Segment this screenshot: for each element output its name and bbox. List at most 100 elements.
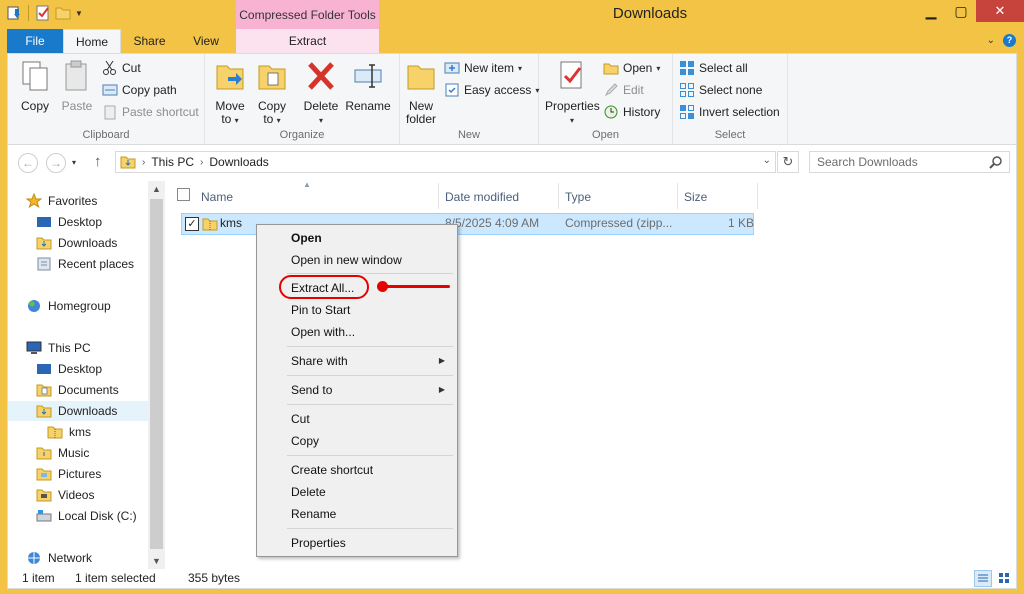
- nav-this-pc[interactable]: This PC: [26, 338, 91, 358]
- column-date-modified[interactable]: Date modified: [445, 186, 519, 208]
- ribbon-controls: ⌄ ?: [987, 34, 1016, 47]
- scroll-down-icon[interactable]: ▼: [148, 553, 165, 569]
- status-selected-size: 355 bytes: [188, 571, 241, 585]
- homegroup-icon: [28, 300, 40, 312]
- nav-network[interactable]: Network: [26, 548, 92, 568]
- customize-qat-icon[interactable]: ▼: [75, 9, 83, 18]
- nav-fav-recent[interactable]: Recent places: [36, 254, 134, 274]
- menu-item-send-to[interactable]: Send to ▶: [259, 379, 455, 401]
- properties-button[interactable]: Properties ▾: [545, 59, 600, 127]
- minimize-button[interactable]: ▁: [916, 0, 946, 22]
- menu-item-delete[interactable]: Delete: [259, 481, 455, 503]
- search-icon[interactable]: [989, 155, 1003, 169]
- column-divider[interactable]: [558, 183, 559, 209]
- close-button[interactable]: ✕: [976, 0, 1024, 22]
- tab-view[interactable]: View: [178, 29, 234, 53]
- maximize-button[interactable]: ▢: [946, 0, 976, 22]
- recent-locations-icon[interactable]: ▾: [72, 158, 76, 167]
- back-button[interactable]: ←: [18, 153, 38, 173]
- new-folder-button[interactable]: New folder: [402, 59, 440, 126]
- breadcrumb-downloads[interactable]: Downloads: [209, 155, 268, 169]
- delete-button[interactable]: Delete ▾: [301, 59, 341, 127]
- menu-item-open-new-window[interactable]: Open in new window: [259, 249, 455, 271]
- address-dropdown-icon[interactable]: ⌄: [763, 155, 771, 166]
- nav-pc-kms[interactable]: kms: [47, 422, 91, 442]
- new-folder-icon[interactable]: [55, 5, 71, 21]
- nav-favorites[interactable]: Favorites: [26, 191, 97, 211]
- nav-pc-local-disk[interactable]: Local Disk (C:): [36, 506, 137, 526]
- row-checkbox[interactable]: ✓: [185, 217, 199, 231]
- menu-item-rename[interactable]: Rename: [259, 503, 455, 525]
- move-to-button[interactable]: Move to ▾: [211, 59, 249, 127]
- copy-button[interactable]: Copy: [16, 59, 54, 113]
- nav-pc-desktop[interactable]: Desktop: [36, 359, 102, 379]
- copy-to-button[interactable]: Copy to ▾: [253, 59, 291, 127]
- edit-button[interactable]: Edit: [603, 80, 644, 100]
- nav-pc-downloads[interactable]: Downloads: [8, 401, 148, 421]
- paste-shortcut-button[interactable]: Paste shortcut: [102, 102, 199, 122]
- menu-item-open-with[interactable]: Open with...: [259, 321, 455, 343]
- menu-item-cut[interactable]: Cut: [259, 408, 455, 430]
- nav-homegroup[interactable]: Homegroup: [26, 296, 111, 316]
- breadcrumb-this-pc[interactable]: This PC: [151, 155, 194, 169]
- refresh-button[interactable]: ↻: [777, 151, 799, 173]
- nav-fav-recent-label: Recent places: [58, 257, 135, 271]
- column-type[interactable]: Type: [565, 186, 591, 208]
- column-divider[interactable]: [677, 183, 678, 209]
- nav-pc-videos[interactable]: Videos: [36, 485, 94, 505]
- menu-item-create-shortcut[interactable]: Create shortcut: [259, 459, 455, 481]
- tab-home[interactable]: Home: [63, 29, 121, 54]
- menu-item-share-with[interactable]: Share with ▶: [259, 350, 455, 372]
- up-button[interactable]: ↑: [94, 153, 102, 170]
- help-icon[interactable]: ?: [1003, 34, 1016, 47]
- scroll-up-icon[interactable]: ▲: [148, 181, 165, 197]
- nav-fav-downloads[interactable]: Downloads: [36, 233, 117, 253]
- breadcrumb-separator-icon[interactable]: ›: [200, 157, 203, 168]
- annotation-arrow-line: [383, 285, 450, 288]
- new-item-button[interactable]: New item ▾: [444, 58, 522, 78]
- minimize-icon: ▁: [925, 2, 937, 19]
- properties-icon[interactable]: [6, 5, 22, 21]
- address-bar[interactable]: › This PC › Downloads ⌄: [115, 151, 776, 173]
- search-input[interactable]: Search Downloads: [809, 151, 1010, 173]
- nav-scroll-thumb[interactable]: [150, 199, 163, 549]
- open-button[interactable]: Open ▾: [603, 58, 660, 78]
- nav-pc-pictures[interactable]: Pictures: [36, 464, 101, 484]
- copy-path-button[interactable]: Copy path: [102, 80, 177, 100]
- select-all-button[interactable]: Select all: [679, 58, 748, 78]
- tab-share[interactable]: Share: [121, 29, 178, 53]
- breadcrumb-separator-icon[interactable]: ›: [142, 157, 145, 168]
- nav-pc-documents[interactable]: Documents: [36, 380, 119, 400]
- tab-extract[interactable]: Extract: [236, 29, 379, 53]
- column-name[interactable]: Name: [201, 186, 233, 208]
- forward-button[interactable]: →: [46, 153, 66, 173]
- properties-check-icon[interactable]: [35, 5, 51, 21]
- expand-ribbon-icon[interactable]: ⌄: [987, 35, 995, 46]
- quick-access-toolbar: ▼: [6, 5, 83, 21]
- menu-item-open[interactable]: Open: [259, 227, 455, 249]
- history-button[interactable]: History: [603, 102, 660, 122]
- details-view-icon: [978, 574, 988, 582]
- cut-button[interactable]: Cut: [102, 58, 141, 78]
- invert-selection-button[interactable]: Invert selection: [679, 102, 780, 122]
- column-size[interactable]: Size: [684, 186, 707, 208]
- nav-pc-documents-label: Documents: [58, 383, 119, 397]
- tab-file[interactable]: File: [7, 29, 63, 53]
- large-icons-view-button[interactable]: [996, 570, 1014, 587]
- select-none-button[interactable]: Select none: [679, 80, 762, 100]
- select-all-checkbox[interactable]: [177, 188, 190, 201]
- nav-fav-desktop[interactable]: Desktop: [36, 212, 102, 232]
- column-divider[interactable]: [438, 183, 439, 209]
- column-divider[interactable]: [757, 183, 758, 209]
- copy-path-icon: [102, 84, 118, 96]
- menu-item-copy[interactable]: Copy: [259, 430, 455, 452]
- details-view-button[interactable]: [974, 570, 992, 587]
- paste-button[interactable]: Paste: [58, 59, 96, 113]
- rename-button[interactable]: Rename: [345, 59, 391, 113]
- nav-scrollbar[interactable]: ▲ ▼: [148, 181, 165, 569]
- ribbon-tabs: File Home Share View Extract ⌄ ?: [0, 29, 1024, 54]
- nav-pc-music[interactable]: Music: [36, 443, 89, 463]
- menu-item-properties[interactable]: Properties: [259, 532, 455, 554]
- easy-access-button[interactable]: Easy access ▾: [444, 80, 539, 100]
- menu-item-pin-to-start[interactable]: Pin to Start: [259, 299, 455, 321]
